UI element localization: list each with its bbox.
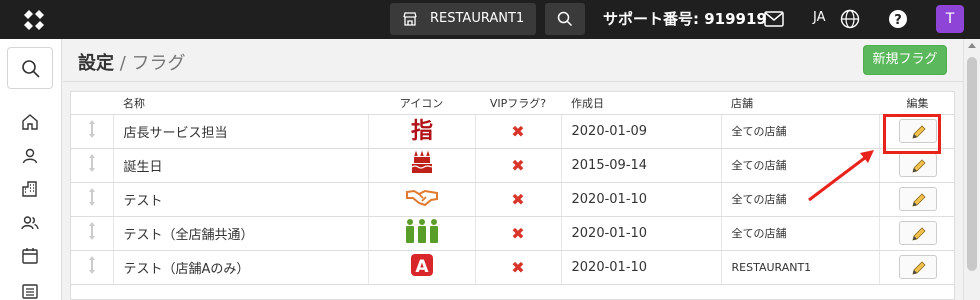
- created-date: 2020-01-10: [561, 250, 722, 285]
- mail-icon[interactable]: [764, 11, 784, 27]
- x-mark-icon: ✖: [511, 189, 525, 209]
- x-mark-icon: ✖: [511, 121, 525, 141]
- handshake-icon: [405, 189, 438, 207]
- flag-name: 店長サービス担当: [113, 114, 369, 149]
- building-icon[interactable]: [20, 179, 40, 199]
- letter-a-icon: A: [410, 254, 433, 277]
- scroll-thumb[interactable]: [967, 57, 977, 271]
- created-date: 2020-01-09: [561, 114, 722, 149]
- new-flag-button[interactable]: 新規フラグ: [863, 45, 947, 75]
- drag-handle-icon: [88, 188, 95, 206]
- title-separator: /: [114, 53, 132, 74]
- edit-cell: [879, 250, 954, 285]
- created-date: 2020-01-10: [561, 182, 722, 217]
- pencil-icon: [911, 159, 926, 173]
- store-selector-button[interactable]: RESTAURANT1: [390, 3, 536, 35]
- drag-handle-icon: [88, 120, 95, 138]
- col-header-icon[interactable]: アイコン: [368, 92, 475, 115]
- user-avatar[interactable]: T: [936, 5, 964, 33]
- highlight-box: [883, 114, 941, 154]
- page-title-main: 設定: [78, 53, 114, 74]
- drag-handle-icon: [88, 222, 95, 240]
- table-row: テスト（店舗Aのみ） A ✖ 2020-01-10 RESTAURANT1: [71, 250, 954, 285]
- edit-cell: [879, 216, 954, 251]
- col-header-drag: [71, 92, 113, 115]
- page-title: 設定 / フラグ: [78, 49, 186, 75]
- x-mark-icon: ✖: [511, 223, 525, 243]
- drag-handle-icon: [88, 256, 95, 274]
- vip-flag: ✖: [475, 182, 562, 217]
- global-search-button[interactable]: [545, 3, 585, 35]
- flag-icon-cell: [368, 182, 476, 217]
- globe-icon[interactable]: [840, 9, 860, 29]
- pencil-icon: [911, 261, 926, 275]
- vip-flag: ✖: [475, 114, 562, 149]
- finger-kanji-glyph: 指: [410, 119, 432, 142]
- store-scope: 全ての店舗: [721, 216, 880, 251]
- user-icon[interactable]: [20, 146, 40, 166]
- birthday-cake-icon: [411, 150, 432, 173]
- col-header-vip[interactable]: VIPフラグ?: [475, 92, 561, 115]
- calendar-icon[interactable]: [20, 246, 40, 266]
- drag-handle[interactable]: [71, 182, 114, 217]
- home-icon[interactable]: [20, 112, 40, 132]
- flag-name: 誕生日: [113, 148, 369, 183]
- page-scrollbar[interactable]: [963, 39, 980, 300]
- group-people-icon: [405, 219, 438, 243]
- flag-name: テスト（店舗Aのみ）: [113, 250, 369, 285]
- col-header-name[interactable]: 名称: [113, 92, 368, 115]
- col-header-store[interactable]: 店舗: [721, 92, 879, 115]
- edit-button[interactable]: [898, 221, 937, 245]
- vip-flag: ✖: [475, 250, 562, 285]
- finger-kanji-icon: 指: [410, 119, 432, 144]
- pencil-icon: [911, 227, 926, 241]
- support-number: サポート番号: 919919: [603, 10, 767, 28]
- table-row: テスト（全店舗共通） ✖ 2020-01-10 全ての店舗: [71, 216, 954, 251]
- drag-handle[interactable]: [71, 216, 114, 251]
- list-icon[interactable]: [20, 281, 40, 300]
- drag-handle[interactable]: [71, 114, 114, 149]
- language-label[interactable]: JA: [813, 10, 826, 25]
- store-icon: [403, 12, 417, 26]
- annotation-arrow-icon: [808, 150, 874, 202]
- flag-icon-cell: [368, 216, 476, 251]
- users-icon[interactable]: [20, 213, 40, 233]
- x-mark-icon: ✖: [511, 257, 525, 277]
- col-header-created[interactable]: 作成日: [561, 92, 721, 115]
- flag-icon-cell: A: [368, 250, 476, 285]
- top-bar: RESTAURANT1 サポート番号: 919919 JA ? T: [0, 0, 980, 39]
- flag-icon-cell: [368, 148, 476, 183]
- search-icon: [557, 11, 573, 27]
- flag-icon-cell: 指: [368, 114, 476, 149]
- edit-button[interactable]: [898, 255, 937, 279]
- edit-button[interactable]: [898, 187, 937, 211]
- edit-cell: [879, 182, 954, 217]
- pencil-icon: [911, 193, 926, 207]
- created-date: 2015-09-14: [561, 148, 722, 183]
- search-icon: [22, 60, 40, 78]
- sidebar-search-button[interactable]: [7, 47, 53, 89]
- col-header-edit: 編集: [879, 92, 954, 115]
- x-mark-icon: ✖: [511, 155, 525, 175]
- table-header-row: 名称 アイコン VIPフラグ? 作成日 店舗 編集: [71, 92, 954, 115]
- created-date: 2020-01-10: [561, 216, 722, 251]
- flag-name: テスト: [113, 182, 369, 217]
- letter-a-glyph: A: [415, 257, 429, 277]
- store-scope: RESTAURANT1: [721, 250, 880, 285]
- header-divider: [63, 81, 963, 82]
- drag-handle[interactable]: [71, 250, 114, 285]
- vip-flag: ✖: [475, 148, 562, 183]
- scroll-up-arrow-icon[interactable]: [968, 43, 976, 48]
- page-subtitle: フラグ: [131, 53, 186, 74]
- store-name: RESTAURANT1: [430, 11, 525, 26]
- app-logo-icon[interactable]: [20, 6, 48, 34]
- edit-button[interactable]: [898, 153, 937, 177]
- flag-name: テスト（全店舗共通）: [113, 216, 369, 251]
- help-icon[interactable]: ?: [888, 9, 908, 29]
- drag-handle-icon: [88, 154, 95, 172]
- sidebar: [0, 39, 62, 300]
- svg-text:?: ?: [894, 13, 902, 28]
- vip-flag: ✖: [475, 216, 562, 251]
- drag-handle[interactable]: [71, 148, 114, 183]
